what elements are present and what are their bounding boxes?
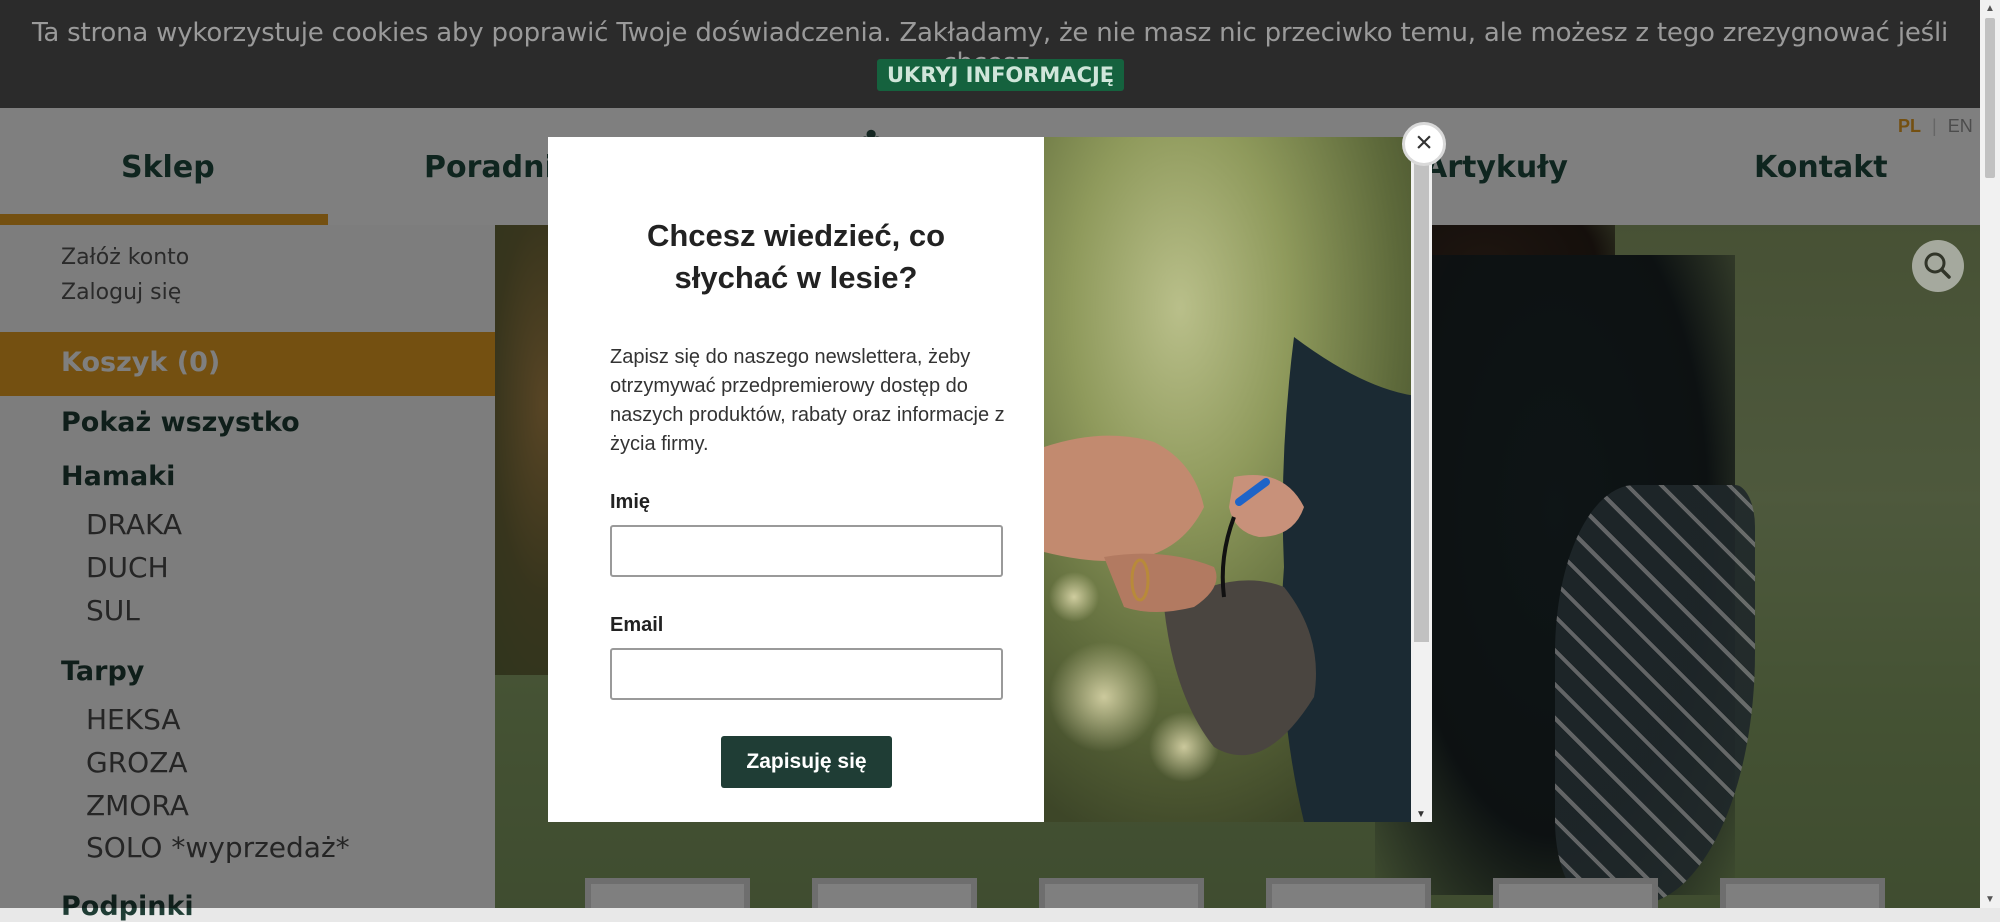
search-icon bbox=[1924, 252, 1951, 279]
newsletter-form-panel: Chcesz wiedzieć, co słychać w lesie? Zap… bbox=[548, 137, 1044, 822]
scroll-up-arrow-icon[interactable]: ▲ bbox=[1985, 3, 1995, 14]
hands-adjusting-cord-image bbox=[1044, 137, 1432, 822]
email-field[interactable] bbox=[610, 648, 1003, 700]
modal-scrollbar-thumb[interactable] bbox=[1414, 153, 1429, 642]
modal-description: Zapisz się do naszego newslettera, żeby … bbox=[610, 346, 1005, 455]
subscribe-button[interactable]: Zapisuję się bbox=[721, 736, 892, 788]
scroll-down-arrow-icon[interactable]: ▼ bbox=[1416, 809, 1426, 820]
name-label: Imię bbox=[610, 491, 651, 513]
modal-title: Chcesz wiedzieć, co słychać w lesie? bbox=[646, 218, 946, 295]
name-field[interactable] bbox=[610, 525, 1003, 577]
newsletter-modal: Chcesz wiedzieć, co słychać w lesie? Zap… bbox=[548, 137, 1432, 822]
search-button[interactable] bbox=[1912, 240, 1964, 292]
window-scrollbar-thumb[interactable] bbox=[1985, 18, 1995, 178]
scroll-down-arrow-icon[interactable]: ▼ bbox=[1985, 894, 1995, 905]
email-label: Email bbox=[610, 614, 664, 636]
close-icon: × bbox=[1415, 126, 1433, 159]
window-scrollbar[interactable]: ▲ ▼ bbox=[1980, 0, 2000, 908]
hide-cookie-info-button[interactable]: UKRYJ INFORMACJĘ bbox=[877, 59, 1125, 91]
cookie-bar: Ta strona wykorzystuje cookies aby popra… bbox=[0, 0, 1980, 108]
newsletter-photo bbox=[1044, 137, 1432, 822]
modal-scrollbar[interactable]: ▼ bbox=[1411, 137, 1432, 822]
close-modal-button[interactable]: × bbox=[1402, 122, 1446, 166]
